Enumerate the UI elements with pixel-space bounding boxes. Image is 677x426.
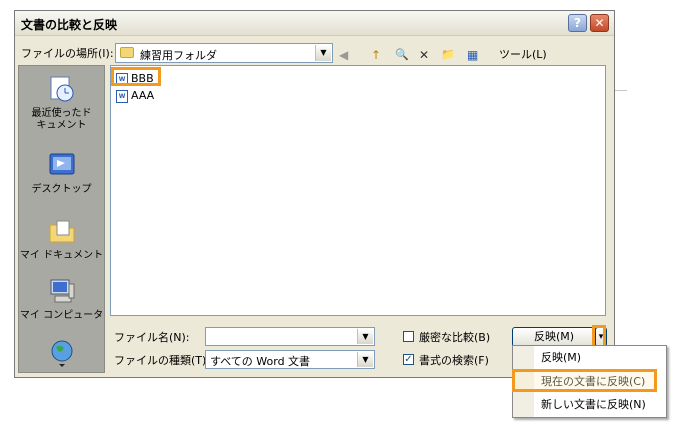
merge-button[interactable]: 反映(M) — [512, 327, 596, 347]
recent-documents-icon — [47, 74, 77, 104]
views-icon[interactable]: ▦ — [467, 46, 478, 64]
chevron-down-icon[interactable]: ▼ — [315, 45, 331, 61]
strict-compare-checkbox[interactable] — [403, 331, 414, 342]
place-my-documents[interactable]: マイ ドキュメント — [19, 216, 104, 262]
filetype-value: すべての Word 文書 — [210, 355, 311, 368]
title-bar: 文書の比較と反映 ? ✕ — [15, 11, 614, 36]
menu-item-merge[interactable]: 反映(M) — [541, 348, 581, 368]
file-name: AAA — [131, 89, 155, 102]
lookin-combo[interactable]: 練習用フォルダ ▼ — [115, 43, 333, 63]
new-folder-icon[interactable]: 📁 — [441, 46, 455, 64]
word-document-icon: W — [116, 89, 128, 103]
filename-label: ファイル名(N): — [114, 331, 190, 344]
tools-menu[interactable]: ツール(L) — [499, 46, 547, 64]
strict-compare-label: 厳密な比較(B) — [419, 331, 491, 344]
background-line — [615, 90, 627, 91]
places-bar: 最近使ったド キュメント デスクトップ マイ ドキュメント マイ コンピュータ — [18, 65, 105, 373]
up-folder-icon[interactable]: ↑ — [371, 46, 381, 64]
help-button[interactable]: ? — [568, 14, 587, 32]
format-search-checkbox[interactable]: ✓ — [403, 354, 414, 365]
filetype-label: ファイルの種類(T): — [114, 354, 211, 367]
back-icon[interactable]: ◀ — [339, 46, 348, 64]
place-label: デスクトップ — [31, 184, 92, 195]
highlight-merge-current — [512, 369, 657, 392]
folder-icon — [120, 47, 134, 58]
dialog-title: 文書の比較と反映 — [21, 18, 118, 32]
search-web-icon[interactable]: 🔍 — [395, 46, 409, 64]
close-button[interactable]: ✕ — [590, 14, 609, 32]
filename-input[interactable]: ▼ — [205, 327, 375, 346]
file-list[interactable]: W BBB W AAA — [110, 65, 606, 316]
chevron-down-icon[interactable]: ▼ — [357, 329, 373, 344]
file-item[interactable]: W AAA — [116, 88, 154, 103]
highlight-bbb — [111, 67, 161, 86]
format-search-label: 書式の検索(F) — [419, 354, 489, 367]
place-desktop[interactable]: デスクトップ — [19, 150, 104, 196]
desktop-icon — [47, 150, 77, 180]
place-network[interactable] — [19, 338, 104, 372]
chevron-down-icon[interactable]: ▼ — [357, 352, 373, 367]
place-label: マイ ドキュメント — [19, 250, 104, 261]
my-computer-icon — [47, 276, 77, 306]
lookin-value: 練習用フォルダ — [140, 49, 217, 62]
delete-icon[interactable]: ✕ — [419, 46, 429, 64]
place-recent[interactable]: 最近使ったド キュメント — [19, 74, 104, 132]
lookin-label: ファイルの場所(I): — [21, 47, 114, 60]
menu-item-merge-new[interactable]: 新しい文書に反映(N) — [541, 395, 646, 415]
place-label: マイ コンピュータ — [19, 310, 104, 321]
my-documents-icon — [47, 216, 77, 246]
network-globe-icon — [47, 338, 77, 368]
filetype-select[interactable]: すべての Word 文書 ▼ — [205, 350, 375, 369]
place-label: 最近使ったド キュメント — [31, 108, 92, 131]
place-my-computer[interactable]: マイ コンピュータ — [19, 276, 104, 322]
compare-merge-dialog: 文書の比較と反映 ? ✕ ファイルの場所(I): 練習用フォルダ ▼ ◀ ↑ 🔍… — [14, 10, 615, 378]
